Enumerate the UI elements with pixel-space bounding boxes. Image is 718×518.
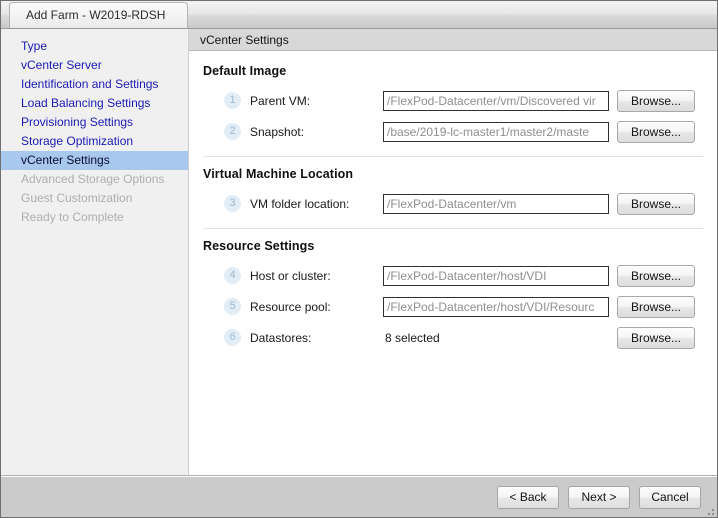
resize-grip-icon[interactable] (702, 503, 714, 515)
browse-button[interactable]: Browse... (617, 264, 695, 287)
field-label: Parent VM: (250, 93, 311, 108)
panel-title: vCenter Settings (200, 32, 289, 47)
step-number-badge: 4 (224, 267, 241, 284)
sidebar-item-storage-optimization[interactable]: Storage Optimization (1, 132, 188, 151)
window-title: Add Farm - W2019-RDSH (26, 8, 166, 22)
field-label: Resource pool: (250, 299, 331, 314)
window-tab[interactable]: Add Farm - W2019-RDSH (9, 1, 189, 28)
browse-button[interactable]: Browse... (617, 192, 695, 215)
window-titlebar: Add Farm - W2019-RDSH (1, 1, 717, 29)
settings-panel: vCenter Settings Default Image 1 Parent VM… (189, 29, 717, 475)
field-label: VM folder location: (250, 196, 350, 211)
next-button[interactable]: Next > (568, 485, 630, 509)
sidebar-item-vcenter-settings[interactable]: vCenter Settings (1, 151, 188, 170)
browse-button[interactable]: Browse... (617, 120, 695, 143)
field-input[interactable] (383, 296, 609, 317)
section-divider (203, 228, 703, 229)
sidebar-item-provisioning-settings[interactable]: Provisioning Settings (1, 113, 188, 132)
form-row: 1 Parent VM: Browse... (203, 85, 703, 116)
form-row: 5 Resource pool: Browse... (203, 291, 703, 322)
browse-button[interactable]: Browse... (617, 326, 695, 349)
sidebar-item-load-balancing-settings[interactable]: Load Balancing Settings (1, 94, 188, 113)
cancel-button[interactable]: Cancel (639, 485, 701, 509)
dialog-footer: < Back Next > Cancel (1, 476, 717, 517)
datastores-selected-count: 8 selected (385, 330, 440, 345)
browse-button[interactable]: Browse... (617, 295, 695, 318)
add-farm-dialog: Add Farm - W2019-RDSH Type vCenter Server… (0, 0, 718, 518)
sidebar-item-ready-to-complete: Ready to Complete (21, 210, 124, 224)
section-divider (203, 156, 703, 157)
section-title: Virtual Machine Location (203, 167, 354, 181)
step-number-badge: 3 (224, 195, 241, 212)
dialog-body: Type vCenter Server Identification and Set… (1, 29, 717, 476)
back-button[interactable]: < Back (497, 485, 559, 509)
sidebar-item-guest-customization: Guest Customization (21, 191, 133, 205)
form-row: 6 Datastores: 8 selected Browse... (203, 322, 703, 353)
field-input[interactable] (383, 265, 609, 286)
field-input[interactable] (383, 193, 609, 214)
panel-content: Default Image 1 Parent VM: Browse... 2 Snapsh… (189, 51, 717, 475)
form-row: 4 Host or cluster: Browse... (203, 260, 703, 291)
sidebar-item-identification-and-settings[interactable]: Identification and Settings (1, 75, 188, 94)
sidebar-item-type[interactable]: Type (1, 37, 188, 56)
field-label: Datastores: (250, 330, 312, 345)
wizard-step-sidebar: Type vCenter Server Identification and Set… (1, 29, 189, 475)
step-number-badge: 2 (224, 123, 241, 140)
section-title: Default Image (203, 64, 287, 78)
sidebar-item-advanced-storage-options: Advanced Storage Options (21, 172, 165, 186)
field-input[interactable] (383, 121, 609, 142)
field-label: Host or cluster: (250, 268, 331, 283)
field-input[interactable] (383, 90, 609, 111)
browse-button[interactable]: Browse... (617, 89, 695, 112)
section-title: Resource Settings (203, 239, 315, 253)
panel-header: vCenter Settings (189, 29, 717, 51)
step-number-badge: 5 (224, 298, 241, 315)
step-number-badge: 6 (224, 329, 241, 346)
form-row: 2 Snapshot: Browse... (203, 116, 703, 147)
field-label: Snapshot: (250, 124, 305, 139)
sidebar-item-vcenter-server[interactable]: vCenter Server (1, 56, 188, 75)
form-row: 3 VM folder location: Browse... (203, 188, 703, 219)
step-number-badge: 1 (224, 92, 241, 109)
